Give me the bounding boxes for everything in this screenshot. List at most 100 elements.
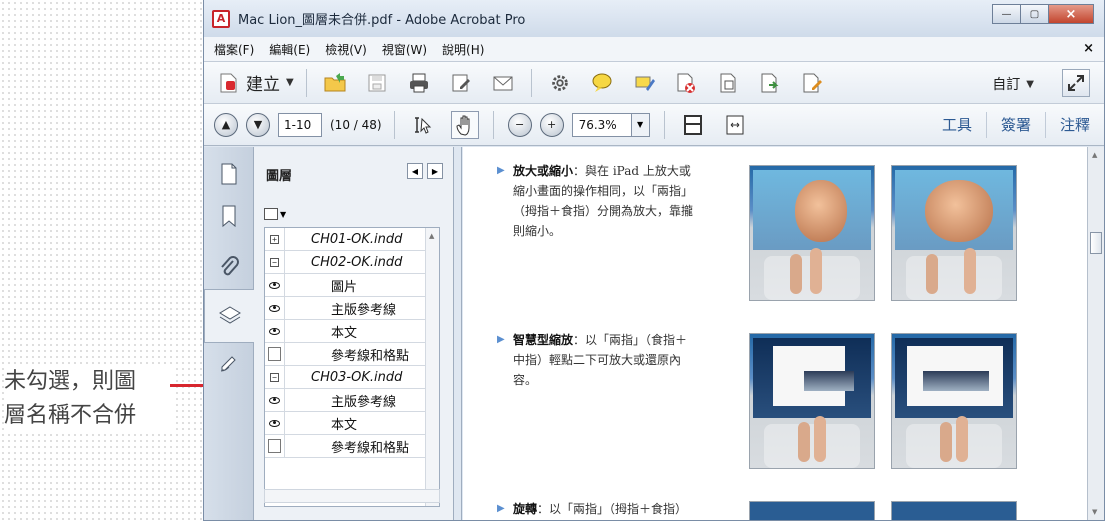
expand-collapse-control[interactable]: − xyxy=(265,250,285,274)
previous-page-button[interactable]: ▲ xyxy=(214,112,238,137)
sign-icon xyxy=(803,73,822,92)
trackpad-image xyxy=(764,424,860,468)
rotate-gesture-image xyxy=(749,501,875,520)
empty-checkbox-icon xyxy=(268,347,281,361)
visibility-toggle[interactable] xyxy=(265,296,285,320)
close-button[interactable]: × xyxy=(1048,4,1094,24)
document-vertical-scrollbar[interactable]: ▲ ▼ xyxy=(1087,147,1104,520)
document-paragraph-smart-zoom: ▶ 智慧型縮放：以「兩指」（食指＋ 中指）輕點二下可放大或還原內 容。 xyxy=(497,330,743,390)
save-button[interactable] xyxy=(363,69,391,97)
document-sheet-image xyxy=(773,346,854,406)
toolbar-separator xyxy=(492,110,494,139)
layer-row[interactable]: 圖片 xyxy=(265,273,425,297)
signatures-panel-button[interactable] xyxy=(214,345,244,379)
menu-file[interactable]: 檔案(F) xyxy=(214,41,254,58)
fit-width-button[interactable] xyxy=(721,111,749,139)
document-close-button[interactable]: × xyxy=(1083,41,1094,56)
finger-image xyxy=(790,254,802,294)
layer-row[interactable]: 參考線和格點 xyxy=(265,342,425,366)
layer-group-row[interactable]: − CH02-OK.indd xyxy=(265,250,425,274)
visibility-toggle[interactable] xyxy=(265,434,285,458)
visibility-toggle[interactable] xyxy=(265,319,285,343)
layer-list-horizontal-scrollbar[interactable] xyxy=(264,489,440,503)
visibility-toggle[interactable] xyxy=(265,342,285,366)
layers-panel-button[interactable] xyxy=(204,289,255,343)
layer-options-button[interactable]: ▼ xyxy=(264,205,292,223)
layer-row[interactable]: 本文 xyxy=(265,411,425,435)
pages-icon xyxy=(221,163,237,185)
panel-expand-button[interactable]: ▶ xyxy=(427,163,443,179)
visibility-toggle[interactable] xyxy=(265,273,285,297)
customize-label: 自訂 xyxy=(992,77,1021,93)
menu-view[interactable]: 檢視(V) xyxy=(325,41,367,58)
pages-panel-button[interactable] xyxy=(214,157,244,191)
delete-page-button[interactable] xyxy=(672,69,700,97)
email-icon xyxy=(493,76,513,90)
settings-button[interactable] xyxy=(546,69,574,97)
print-button[interactable] xyxy=(405,69,433,97)
highlight-button[interactable] xyxy=(630,69,658,97)
page-number-input[interactable]: 1-10 xyxy=(278,112,322,137)
visibility-toggle[interactable] xyxy=(265,388,285,412)
tab-tools[interactable]: 工具 xyxy=(928,112,986,138)
finger-image xyxy=(814,416,826,462)
expand-collapse-control[interactable]: − xyxy=(265,365,285,389)
zoom-dropdown-button[interactable]: ▼ xyxy=(631,112,650,137)
extract-button[interactable] xyxy=(756,69,784,97)
panel-splitter[interactable] xyxy=(454,147,462,520)
open-icon xyxy=(324,72,346,91)
customize-menu[interactable]: 自訂 ▼ xyxy=(992,74,1034,94)
layer-row[interactable]: 參考線和格點 xyxy=(265,434,425,458)
edit-button[interactable] xyxy=(447,69,475,97)
zoom-in-button[interactable]: + xyxy=(539,112,564,137)
layer-row[interactable]: 本文 xyxy=(265,319,425,343)
eye-icon xyxy=(269,327,280,335)
bullet-icon: ▶ xyxy=(497,165,505,176)
title-bar: A Mac Lion_圖層未合併.pdf - Adobe Acrobat Pro… xyxy=(204,0,1104,37)
email-button[interactable] xyxy=(489,69,517,97)
face-image xyxy=(925,180,993,242)
layer-group-row[interactable]: + CH01-OK.indd xyxy=(265,228,425,251)
layer-name: 主版參考線 xyxy=(331,394,397,410)
bookmarks-panel-button[interactable] xyxy=(214,199,244,233)
tab-comment[interactable]: 注釋 xyxy=(1044,112,1104,138)
next-page-button[interactable]: ▼ xyxy=(246,112,270,137)
window-controls: — ▢ × xyxy=(992,4,1094,24)
expand-collapse-control[interactable]: + xyxy=(265,228,285,251)
hand-icon xyxy=(456,115,470,136)
bridge-photo xyxy=(923,371,989,391)
layer-row[interactable]: 主版參考線 xyxy=(265,388,425,412)
menu-help[interactable]: 說明(H) xyxy=(442,41,484,58)
menu-edit[interactable]: 編輯(E) xyxy=(269,41,310,58)
layer-group-name: CH03-OK.indd xyxy=(311,369,403,385)
document-view[interactable]: ▶ 放大或縮小：與在 iPad 上放大或 縮小畫面的操作相同，以「兩指」 （拇指… xyxy=(463,147,1087,520)
minimize-button[interactable]: — xyxy=(992,4,1021,24)
options-icon xyxy=(264,208,278,220)
layer-row[interactable]: 主版參考線 xyxy=(265,296,425,320)
paragraph-line: （拇指＋食指）分開為放大，靠攏 xyxy=(513,204,694,218)
restore-button[interactable]: ▢ xyxy=(1020,4,1049,24)
open-button[interactable] xyxy=(321,69,349,97)
zoom-input[interactable]: 76.3% xyxy=(571,112,632,137)
panel-collapse-button[interactable]: ◀ xyxy=(407,163,423,179)
sign-button[interactable] xyxy=(798,69,826,97)
scrollbar-thumb[interactable] xyxy=(1090,232,1102,254)
hand-tool-button[interactable] xyxy=(450,110,479,139)
paragraph-line: 放大或縮小：與在 iPad 上放大或 xyxy=(513,161,743,181)
layer-group-row[interactable]: − CH03-OK.indd xyxy=(265,365,425,389)
paragraph-text: ：以「兩指」（拇指＋食指） xyxy=(537,502,688,516)
comment-button[interactable] xyxy=(588,69,616,97)
layer-name: 參考線和格點 xyxy=(331,348,410,364)
attachments-panel-button[interactable] xyxy=(214,251,244,285)
menu-window[interactable]: 視窗(W) xyxy=(382,41,427,58)
select-tool-button[interactable] xyxy=(409,111,437,139)
page-button[interactable] xyxy=(714,69,742,97)
zoom-out-button[interactable]: − xyxy=(507,112,532,137)
tab-sign[interactable]: 簽署 xyxy=(985,112,1045,138)
layer-list-vertical-scrollbar[interactable]: ▲ ▼ xyxy=(425,228,439,506)
fit-page-button[interactable] xyxy=(679,111,707,139)
expand-button[interactable] xyxy=(1062,69,1090,97)
visibility-toggle[interactable] xyxy=(265,411,285,435)
rotate-gesture-image xyxy=(891,501,1017,520)
create-button[interactable]: 建立 ▼ xyxy=(216,69,294,97)
